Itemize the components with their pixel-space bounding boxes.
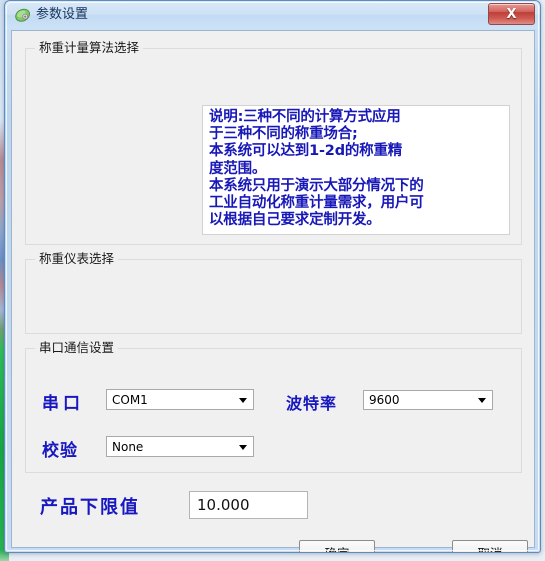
product-lower-limit-input[interactable] bbox=[189, 491, 308, 519]
algorithm-description-panel: 说明:三种不同的计算方式应用 于三种不同的称重场合; 本系统可以达到1-2d的称… bbox=[202, 105, 510, 235]
serial-port-select[interactable]: COM1 bbox=[106, 389, 254, 410]
label-product-lower-limit: 产品下限值 bbox=[40, 497, 140, 518]
parameter-settings-dialog: 参数设置 X 称重计量算法选择 说明:三种不同的计算方式应用 于三种不同的称重场… bbox=[4, 0, 541, 553]
baud-rate-value: 9600 bbox=[369, 393, 400, 407]
chevron-down-icon bbox=[478, 398, 486, 403]
group-serial-title: 串口通信设置 bbox=[35, 340, 119, 356]
dialog-client-area: 称重计量算法选择 说明:三种不同的计算方式应用 于三种不同的称重场合; 本系统可… bbox=[11, 30, 535, 552]
group-meter-title: 称重仪表选择 bbox=[35, 251, 119, 267]
label-parity: 校验 bbox=[42, 441, 78, 461]
parity-value: None bbox=[112, 439, 144, 454]
leaf-icon bbox=[15, 8, 30, 22]
baud-rate-select[interactable]: 9600 bbox=[363, 390, 493, 410]
chevron-down-icon bbox=[239, 397, 247, 403]
cancel-button[interactable]: 取消 bbox=[452, 540, 528, 552]
close-icon[interactable]: X bbox=[488, 3, 535, 25]
algorithm-description-text: 说明:三种不同的计算方式应用 于三种不同的称重场合; 本系统可以达到1-2d的称… bbox=[209, 109, 424, 229]
group-algorithm-title: 称重计量算法选择 bbox=[35, 40, 144, 56]
serial-port-value: COM1 bbox=[112, 392, 148, 407]
group-serial-settings: 串口通信设置 bbox=[25, 340, 522, 473]
label-serial-port: 串口 bbox=[42, 394, 84, 414]
close-icon-glyph: X bbox=[506, 6, 517, 22]
ok-button[interactable]: 确定 bbox=[299, 540, 375, 552]
dialog-title: 参数设置 bbox=[36, 7, 89, 22]
group-meter-selection: 称重仪表选择 bbox=[25, 251, 522, 334]
label-baud-rate: 波特率 bbox=[286, 394, 338, 413]
parity-select[interactable]: None bbox=[106, 436, 254, 457]
dialog-title-bar[interactable]: 参数设置 X bbox=[5, 1, 540, 29]
chevron-down-icon bbox=[239, 444, 247, 450]
